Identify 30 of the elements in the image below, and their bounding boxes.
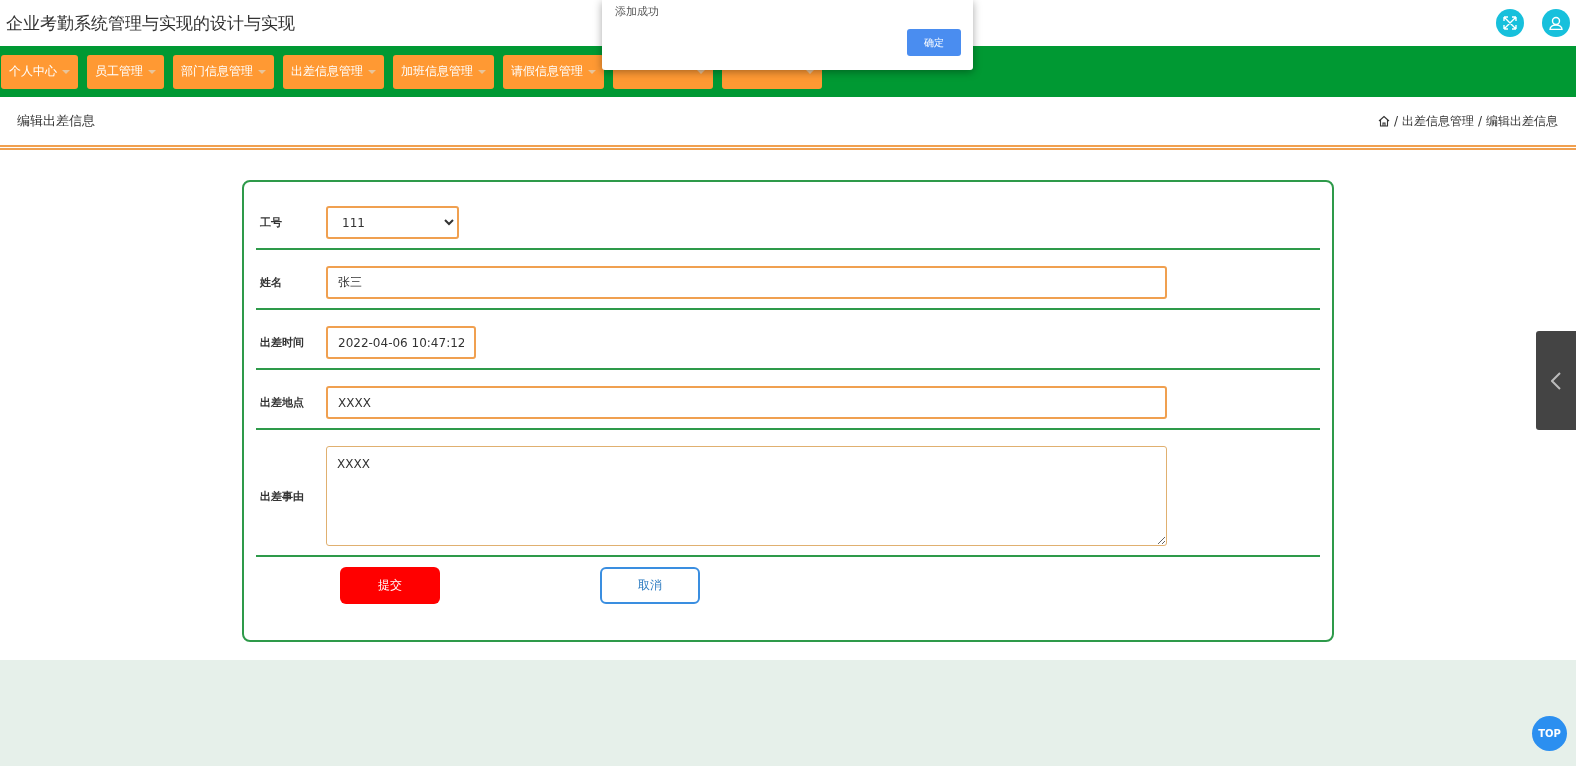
nav-menu-item[interactable]: 员工管理 [87, 54, 164, 89]
nav-menu-item[interactable]: 请假信息管理 [503, 54, 604, 89]
breadcrumb-item[interactable]: 出差信息管理 [1401, 112, 1474, 130]
date-field[interactable]: 2022-04-06 10:47:12 [326, 326, 476, 359]
nav-menu-item[interactable]: 加班信息管理 [393, 54, 494, 89]
input-field[interactable]: XXXX [326, 386, 1167, 419]
field-label: 出差地点 [260, 395, 305, 410]
page-title: 编辑出差信息 [17, 112, 95, 130]
user-icon[interactable] [1542, 9, 1570, 37]
input-field[interactable]: 张三 [326, 266, 1167, 299]
field-label: 出差时间 [260, 335, 305, 350]
nav-menu-item[interactable]: 部门信息管理 [173, 54, 274, 89]
employee-select[interactable]: 111 [326, 206, 459, 239]
breadcrumb-separator: / [1477, 114, 1482, 128]
nav-menu-item[interactable]: 出差信息管理 [283, 54, 384, 89]
field-label: 姓名 [260, 275, 283, 290]
textarea-field[interactable]: XXXX [326, 446, 1167, 546]
submit-button[interactable]: 提交 [340, 567, 440, 604]
breadcrumb-separator: / [1393, 114, 1398, 128]
dialog-message: 添加成功 [615, 4, 660, 19]
confirm-button[interactable]: 确定 [907, 29, 961, 56]
field-label: 出差事由 [260, 488, 305, 504]
field-label: 工号 [260, 215, 283, 230]
breadcrumb-item: 编辑出差信息 [1486, 112, 1558, 130]
cancel-button[interactable]: 取消 [600, 567, 700, 604]
chevron-left-icon [1551, 371, 1561, 390]
home-icon[interactable] [1377, 115, 1390, 127]
fullscreen-icon[interactable] [1496, 9, 1524, 37]
app-title: 企业考勤系统管理与实现的设计与实现 [6, 11, 295, 35]
nav-menu-item[interactable]: 个人中心 [1, 54, 78, 89]
